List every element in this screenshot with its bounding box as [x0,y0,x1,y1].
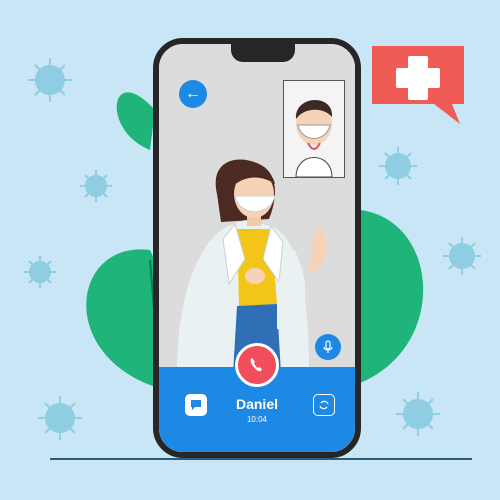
switch-camera-icon [319,400,329,410]
chat-button[interactable] [185,394,207,416]
back-button[interactable]: ← [179,80,207,108]
telemedicine-illustration: ← Daniel 10:04 [0,0,500,500]
microphone-icon [323,340,333,353]
phone-hangup-icon [250,358,262,372]
patient-avatar [295,99,333,178]
virus-icon [24,256,56,288]
microphone-button[interactable] [315,334,341,360]
call-duration: 10:04 [246,415,268,424]
virus-icon [396,392,440,436]
phone-device: ← Daniel 10:04 [153,38,361,458]
phone-notch [231,44,295,62]
self-view-pip[interactable] [283,80,345,178]
end-call-button[interactable] [235,343,279,387]
virus-icon [80,170,112,202]
virus-icon [379,147,417,185]
medical-bubble [372,46,464,124]
virus-icon [28,58,72,102]
ground-line [50,458,472,460]
chat-icon [191,400,201,410]
caller-name: Daniel [235,396,278,412]
switch-camera-button[interactable] [313,394,335,416]
virus-icon [443,237,481,275]
leaf-right [352,210,424,385]
arrow-left-icon: ← [185,85,201,102]
virus-icon [38,396,82,440]
